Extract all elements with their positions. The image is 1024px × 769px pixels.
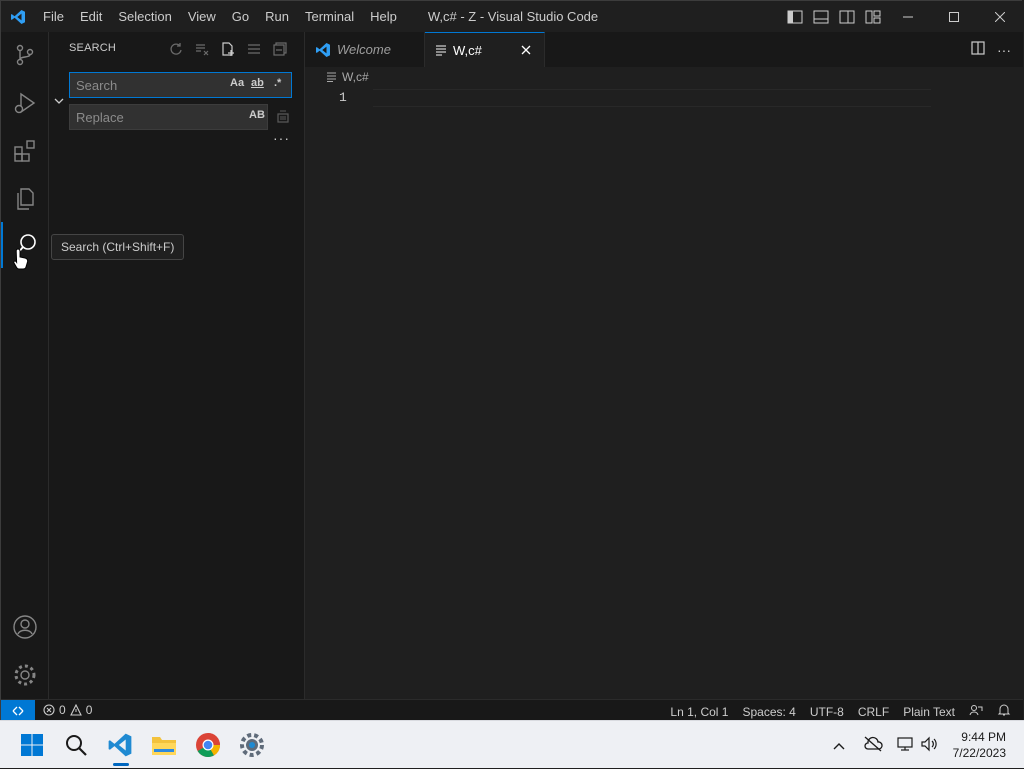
tab-welcome[interactable]: Welcome: [305, 32, 425, 67]
split-editor-icon[interactable]: [971, 41, 985, 58]
search-field: Aa ab .*: [69, 72, 292, 98]
window-controls: [885, 1, 1023, 32]
editor-actions: ···: [971, 32, 1011, 67]
source-control-icon[interactable]: [1, 32, 48, 78]
active-app-indicator: [113, 763, 129, 766]
volume-icon[interactable]: [921, 736, 939, 755]
network-icon[interactable]: [897, 736, 915, 755]
remote-indicator-icon[interactable]: [1, 700, 35, 721]
warning-icon: [69, 704, 82, 716]
notifications-bell-icon[interactable]: [997, 703, 1011, 720]
feedback-icon[interactable]: [969, 703, 983, 720]
clear-results-icon[interactable]: [193, 40, 211, 58]
toggle-replace-chevron-icon[interactable]: [52, 94, 66, 108]
vscode-tab-icon: [316, 42, 330, 57]
text-file-icon: [327, 72, 336, 82]
toggle-search-details-icon[interactable]: ···: [273, 130, 290, 146]
editor-tabs: Welcome W,c#: [305, 32, 1023, 67]
taskbar-search-icon[interactable]: [60, 729, 92, 761]
use-regex-toggle[interactable]: .*: [274, 77, 281, 89]
toggle-primary-sidebar-icon[interactable]: [785, 7, 805, 27]
refresh-icon[interactable]: [167, 40, 185, 58]
editor-area[interactable]: W,c# 1: [305, 67, 1023, 699]
indentation[interactable]: Spaces: 4: [742, 705, 795, 719]
replace-input[interactable]: [76, 108, 216, 126]
problems-indicator[interactable]: 0 0: [43, 703, 92, 717]
encoding[interactable]: UTF-8: [810, 705, 844, 719]
menu-selection[interactable]: Selection: [110, 1, 179, 32]
cursor-position[interactable]: Ln 1, Col 1: [670, 705, 728, 719]
toggle-secondary-sidebar-icon[interactable]: [837, 7, 857, 27]
match-case-toggle[interactable]: Aa: [230, 77, 244, 89]
menu-go[interactable]: Go: [224, 1, 257, 32]
warning-count: 0: [85, 703, 93, 717]
clock-time: 9:44 PM: [961, 730, 1006, 744]
error-count: 0: [59, 703, 66, 717]
taskbar: 9:44 PM 7/22/2023: [0, 720, 1024, 768]
sidebar-actions: [167, 40, 289, 58]
menu-view[interactable]: View: [180, 1, 224, 32]
replace-all-icon[interactable]: [275, 108, 293, 126]
extensions-icon[interactable]: [1, 128, 48, 174]
mouse-pointer-icon: [13, 248, 29, 273]
tab-wc[interactable]: W,c#: [425, 32, 545, 67]
toggle-panel-icon[interactable]: [811, 7, 831, 27]
collapse-all-icon[interactable]: [271, 40, 289, 58]
tab-label: W,c#: [453, 42, 482, 58]
text-file-icon: [436, 45, 446, 56]
file-explorer-icon[interactable]: [148, 729, 180, 761]
close-window-icon[interactable]: [977, 1, 1023, 32]
clock-date: 7/22/2023: [952, 746, 1006, 760]
more-actions-icon[interactable]: ···: [997, 42, 1011, 58]
menu-bar: File Edit Selection View Go Run Terminal…: [35, 1, 405, 32]
settings-taskbar-icon[interactable]: [236, 729, 268, 761]
replace-field: AB: [69, 104, 268, 130]
breadcrumb[interactable]: W,c#: [327, 70, 369, 84]
menu-edit[interactable]: Edit: [72, 1, 110, 32]
vscode-taskbar-icon[interactable]: [104, 729, 136, 761]
language-mode[interactable]: Plain Text: [903, 705, 955, 719]
preserve-case-toggle[interactable]: AB: [249, 109, 265, 121]
activity-bar: [1, 32, 49, 699]
new-search-editor-icon[interactable]: [219, 40, 237, 58]
chrome-icon[interactable]: [192, 729, 224, 761]
search-input[interactable]: [76, 76, 216, 94]
line-number: 1: [339, 90, 347, 105]
menu-help[interactable]: Help: [362, 1, 405, 32]
current-line-highlight: [373, 89, 931, 107]
show-hidden-icons-icon[interactable]: [833, 738, 845, 753]
end-of-line[interactable]: CRLF: [858, 705, 889, 719]
customize-layout-icon[interactable]: [863, 7, 883, 27]
tab-label: Welcome: [337, 42, 391, 57]
status-bar: 0 0 Ln 1, Col 1 Spaces: 4 UTF-8 CRLF Pla…: [1, 699, 1023, 721]
menu-terminal[interactable]: Terminal: [297, 1, 362, 32]
menu-run[interactable]: Run: [257, 1, 297, 32]
vscode-logo-icon: [1, 1, 35, 32]
match-whole-word-toggle[interactable]: ab: [251, 77, 264, 89]
menu-file[interactable]: File: [35, 1, 72, 32]
start-icon[interactable]: [16, 729, 48, 761]
close-tab-icon[interactable]: [518, 42, 534, 58]
minimize-icon[interactable]: [885, 1, 931, 32]
search-sidebar: SEARCH Aa ab .* AB ···: [49, 32, 305, 699]
system-tray: 9:44 PM 7/22/2023: [833, 721, 1024, 769]
run-debug-icon[interactable]: [1, 80, 48, 126]
vscode-window: File Edit Selection View Go Run Terminal…: [0, 0, 1023, 721]
clock[interactable]: 9:44 PM 7/22/2023: [953, 729, 1024, 761]
manage-gear-icon[interactable]: [1, 652, 48, 698]
breadcrumb-file[interactable]: W,c#: [342, 70, 369, 84]
search-tooltip: Search (Ctrl+Shift+F): [51, 234, 185, 260]
layout-controls: [785, 1, 883, 32]
explorer-icon[interactable]: [1, 176, 48, 222]
accounts-icon[interactable]: [1, 604, 48, 650]
title-bar: File Edit Selection View Go Run Terminal…: [1, 1, 1023, 32]
status-right: Ln 1, Col 1 Spaces: 4 UTF-8 CRLF Plain T…: [670, 703, 1011, 720]
error-icon: [43, 704, 55, 716]
onedrive-offline-icon[interactable]: [863, 736, 883, 755]
maximize-icon[interactable]: [931, 1, 977, 32]
sidebar-title: SEARCH: [69, 42, 117, 54]
view-as-tree-icon[interactable]: [245, 40, 263, 58]
